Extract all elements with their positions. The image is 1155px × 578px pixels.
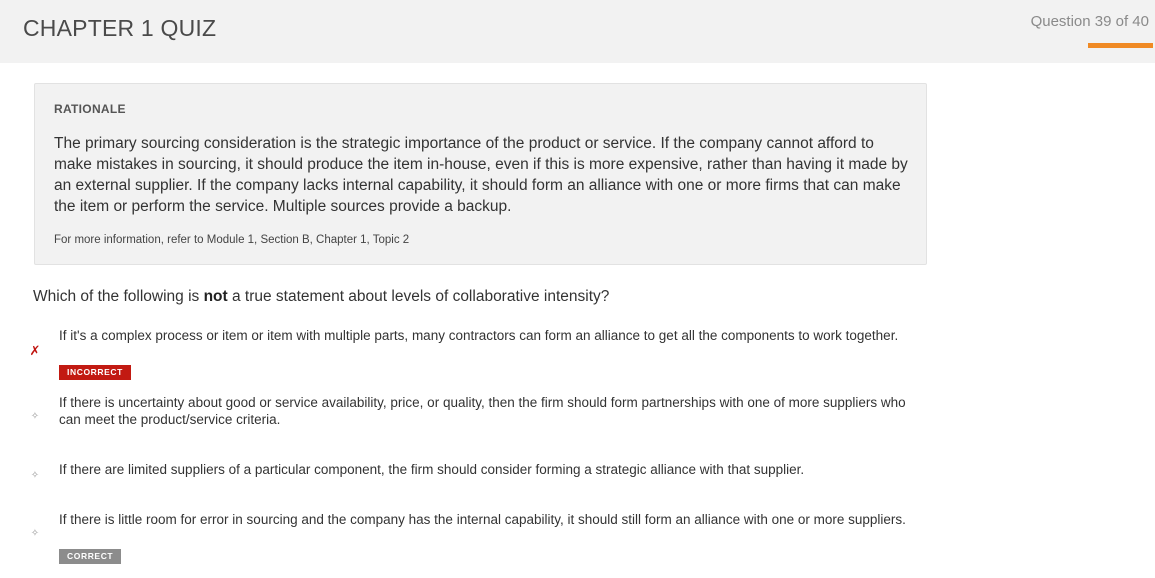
incorrect-badge: INCORRECT (59, 365, 131, 380)
question-text: Which of the following is not a true sta… (33, 288, 609, 306)
incorrect-x-icon: ✗ (29, 343, 41, 358)
quiz-header: CHAPTER 1 QUIZ Question 39 of 40 (0, 0, 1155, 63)
answer-option-4[interactable]: If there is little room for error in sou… (59, 511, 929, 528)
quiz-title: CHAPTER 1 QUIZ (23, 15, 217, 41)
question-emphasis: not (203, 288, 228, 305)
answer-marker-icon: ✧ (30, 470, 40, 481)
question-suffix: a true statement about levels of collabo… (227, 288, 610, 305)
progress-bar-fill (1088, 43, 1154, 48)
answer-marker-icon: ✧ (30, 528, 40, 539)
answer-option-2[interactable]: If there is uncertainty about good or se… (59, 394, 929, 428)
rationale-heading: RATIONALE (54, 102, 126, 116)
progress-bar (1088, 43, 1155, 48)
answer-option-1[interactable]: If it's a complex process or item or ite… (59, 327, 929, 344)
answer-marker-icon: ✧ (30, 411, 40, 422)
answer-option-3[interactable]: If there are limited suppliers of a part… (59, 461, 929, 478)
correct-badge: CORRECT (59, 549, 122, 564)
question-prefix: Which of the following is (33, 288, 204, 305)
rationale-text: The primary sourcing consideration is th… (54, 135, 908, 215)
question-counter: Question 39 of 40 (1030, 13, 1149, 30)
rationale-reference: For more information, refer to Module 1,… (54, 234, 410, 246)
rationale-panel: RATIONALE The primary sourcing considera… (34, 83, 927, 265)
